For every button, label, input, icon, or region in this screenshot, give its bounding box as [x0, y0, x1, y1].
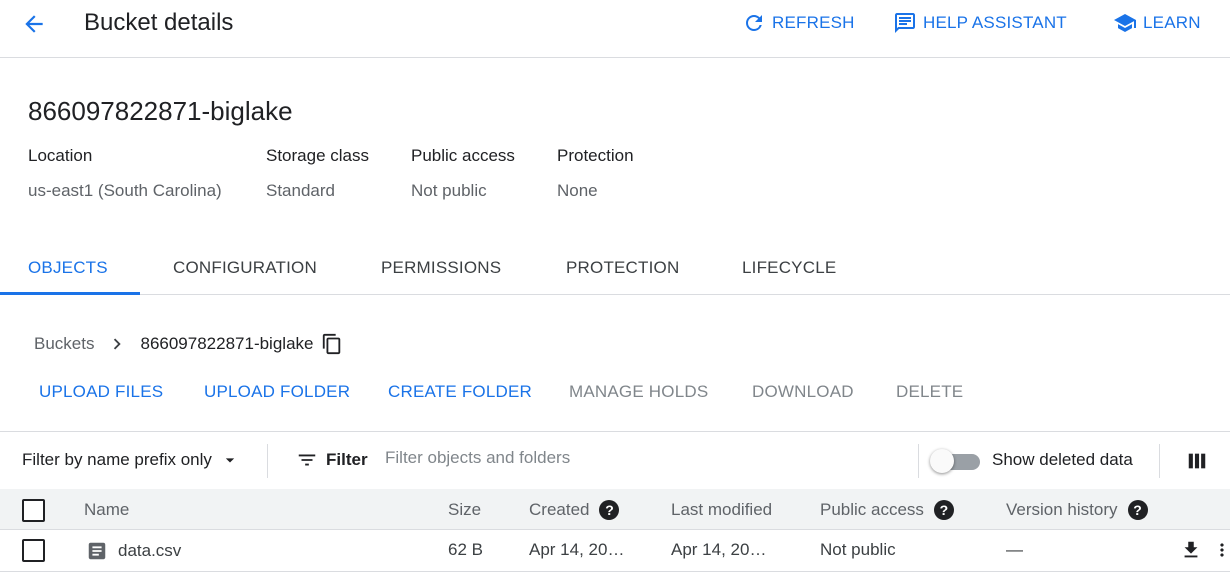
show-deleted-toggle[interactable] — [930, 449, 982, 473]
upload-files-button[interactable]: UPLOAD FILES — [39, 382, 163, 402]
object-created: Apr 14, 20… — [529, 540, 625, 559]
chevron-right-icon — [106, 333, 128, 355]
column-header-name[interactable]: Name — [84, 500, 129, 520]
object-name: data.csv — [118, 541, 182, 560]
help-icon[interactable]: ? — [1127, 500, 1148, 520]
help-icon[interactable]: ? — [599, 500, 620, 520]
back-button[interactable] — [18, 8, 50, 40]
filter-bar: Filter by name prefix only Filter Show d… — [0, 431, 1230, 489]
table-row: data.csv 62 B Apr 14, 20… Apr 14, 20… No… — [0, 530, 1230, 572]
object-last-modified: Apr 14, 20… — [671, 540, 767, 559]
refresh-button[interactable]: REFRESH — [742, 11, 855, 35]
meta-value: us-east1 (South Carolina) — [28, 181, 222, 200]
column-header-label: Size — [448, 500, 482, 519]
divider — [267, 444, 268, 478]
column-header-label: Name — [84, 500, 130, 519]
divider — [1159, 444, 1160, 478]
learn-button[interactable]: LEARN — [1113, 11, 1201, 35]
meta-public-access: Public access Not public — [411, 146, 515, 201]
filter-prefix-label: Filter by name prefix only — [22, 450, 212, 469]
download-button[interactable]: DOWNLOAD — [752, 382, 854, 402]
filter-objects-input[interactable] — [385, 448, 885, 468]
filter-prefix-select[interactable]: Filter by name prefix only — [22, 450, 240, 470]
column-header-label: Public access — [820, 500, 924, 519]
object-size: 62 B — [448, 540, 483, 559]
tab-lifecycle[interactable]: LIFECYCLE — [742, 246, 836, 295]
toggle-thumb — [930, 449, 954, 473]
help-assistant-button[interactable]: HELP ASSISTANT — [893, 11, 1067, 35]
tab-configuration[interactable]: CONFIGURATION — [173, 246, 317, 295]
meta-value: Not public — [411, 181, 487, 200]
filter-label: Filter — [326, 450, 368, 469]
meta-storage-class: Storage class Standard — [266, 146, 369, 201]
table-header: Name Size Created ? Last modified Public… — [0, 489, 1230, 530]
meta-location: Location us-east1 (South Carolina) — [28, 146, 222, 201]
column-header-created[interactable]: Created ? — [529, 500, 620, 520]
filter-button[interactable]: Filter — [296, 449, 368, 471]
column-header-label: Version history — [1006, 500, 1118, 519]
copy-bucket-name-button[interactable] — [321, 333, 343, 355]
column-display-button[interactable] — [1186, 450, 1208, 475]
column-header-label: Last modified — [671, 500, 773, 519]
view-column-icon — [1188, 453, 1206, 469]
content-copy-icon — [323, 333, 341, 355]
arrow-drop-down-icon — [225, 458, 235, 463]
tab-bar: OBJECTS CONFIGURATION PERMISSIONS PROTEC… — [0, 246, 1230, 295]
create-folder-button[interactable]: CREATE FOLDER — [388, 382, 532, 402]
column-header-label: Created — [529, 500, 590, 519]
more-vert-icon — [1220, 543, 1224, 557]
object-name-cell[interactable]: data.csv — [86, 540, 181, 562]
breadcrumb-current: 866097822871-biglake — [140, 334, 314, 353]
manage-holds-button[interactable]: MANAGE HOLDS — [569, 382, 708, 402]
bucket-name: 866097822871-biglake — [28, 96, 293, 126]
school-icon — [1114, 14, 1136, 32]
refresh-label: REFRESH — [772, 13, 855, 32]
upload-folder-button[interactable]: UPLOAD FOLDER — [204, 382, 350, 402]
breadcrumb: Buckets 866097822871-biglake — [34, 333, 343, 355]
column-header-public-access[interactable]: Public access ? — [820, 500, 954, 520]
object-actions-toolbar: UPLOAD FILES UPLOAD FOLDER CREATE FOLDER… — [0, 382, 1230, 412]
download-object-button[interactable] — [1180, 539, 1202, 564]
column-header-last-modified[interactable]: Last modified — [671, 500, 772, 520]
refresh-icon — [746, 14, 762, 31]
page-title: Bucket details — [84, 9, 234, 36]
row-checkbox[interactable] — [22, 539, 45, 562]
tab-permissions[interactable]: PERMISSIONS — [381, 246, 501, 295]
chat-feedback-icon — [895, 13, 915, 33]
meta-label: Location — [28, 146, 93, 165]
tab-protection[interactable]: PROTECTION — [566, 246, 679, 295]
help-icon[interactable]: ? — [933, 500, 954, 520]
column-header-version-history[interactable]: Version history ? — [1006, 500, 1148, 520]
column-header-size[interactable]: Size — [448, 500, 481, 520]
show-deleted-label: Show deleted data — [992, 450, 1133, 469]
meta-value: Standard — [266, 181, 335, 200]
row-more-button[interactable] — [1212, 539, 1230, 564]
meta-label: Storage class — [266, 146, 369, 165]
object-version-history: — — [1006, 540, 1023, 559]
active-tab-indicator — [0, 292, 140, 295]
description-icon — [88, 542, 106, 560]
object-public-access: Not public — [820, 540, 896, 559]
meta-label: Protection — [557, 146, 634, 165]
select-all-checkbox[interactable] — [22, 499, 45, 522]
tab-objects[interactable]: OBJECTS — [28, 246, 108, 295]
meta-label: Public access — [411, 146, 515, 165]
top-app-bar: Bucket details REFRESH HELP ASSISTANT LE… — [0, 0, 1230, 58]
learn-label: LEARN — [1143, 13, 1201, 32]
download-icon — [1184, 541, 1198, 558]
help-assistant-label: HELP ASSISTANT — [923, 13, 1067, 32]
breadcrumb-buckets-link[interactable]: Buckets — [34, 334, 94, 354]
delete-button[interactable]: DELETE — [896, 382, 963, 402]
arrow-back-icon — [25, 15, 43, 33]
meta-value: None — [557, 181, 598, 200]
meta-protection: Protection None — [557, 146, 634, 201]
divider — [918, 444, 919, 478]
filter-list-icon — [298, 454, 316, 466]
